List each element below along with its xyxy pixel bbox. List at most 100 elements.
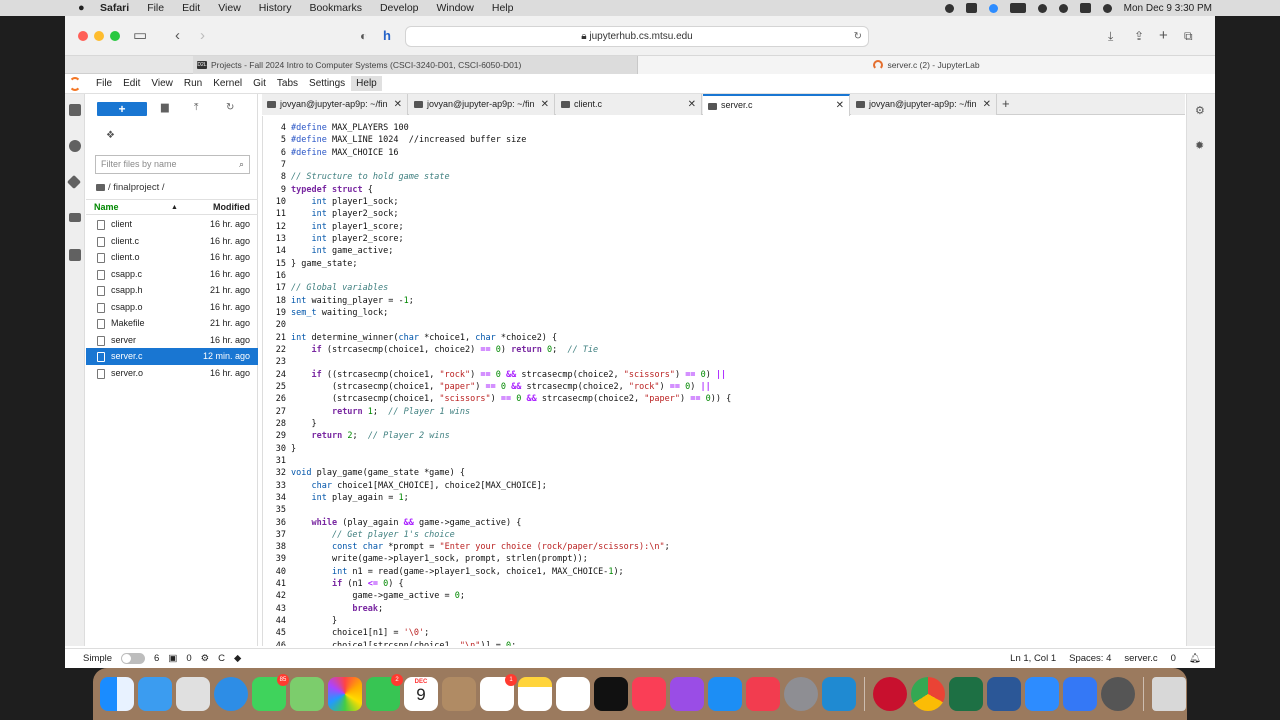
- code-line[interactable]: }: [291, 443, 1185, 455]
- code-line[interactable]: [291, 319, 1185, 331]
- notes-icon[interactable]: [518, 677, 552, 711]
- sidebar-toggle-icon[interactable]: ▭: [133, 27, 147, 45]
- code-line[interactable]: (strcasecmp(choice1, "scissors") == 0 &&…: [291, 393, 1185, 405]
- sort-ascending-icon[interactable]: ▲: [171, 200, 178, 215]
- code-line[interactable]: [291, 270, 1185, 282]
- tab-terminal-3[interactable]: jovyan@jupyter-ap9p: ~/fin ✕: [851, 94, 997, 115]
- breadcrumb[interactable]: / finalproject /: [96, 182, 165, 193]
- file-item-selected[interactable]: server.c 12 min. ago: [86, 348, 258, 365]
- photos-icon[interactable]: [328, 677, 362, 711]
- podcasts-icon[interactable]: [670, 677, 704, 711]
- add-tab-icon[interactable]: +: [1002, 94, 1010, 114]
- zoom-icon[interactable]: [988, 3, 998, 13]
- code-line[interactable]: choice1[strcspn(choice1, "\n")] = 0;: [291, 640, 1185, 646]
- menu-view[interactable]: View: [218, 2, 241, 14]
- file-item[interactable]: Makefile 21 hr. ago: [86, 315, 258, 332]
- app-store-icon[interactable]: [708, 677, 742, 711]
- code-line[interactable]: }: [291, 418, 1185, 430]
- code-line[interactable]: int player1_sock;: [291, 196, 1185, 208]
- cursor-position[interactable]: Ln 1, Col 1: [1010, 649, 1056, 668]
- code-line[interactable]: int play_again = 1;: [291, 492, 1185, 504]
- zoom-window-button[interactable]: [110, 31, 120, 41]
- notification-count[interactable]: 0: [1171, 649, 1176, 668]
- menu-file[interactable]: File: [147, 2, 164, 14]
- code-editor[interactable]: 4 5 6 7 8 9 10 11 12 13 14 15 16 17 18 19 20 21 22 23 24 25 26…: [262, 116, 1185, 646]
- shield-icon[interactable]: [1063, 677, 1097, 711]
- extension-manager-icon[interactable]: [69, 249, 81, 261]
- safari-tab-d2l[interactable]: D2L Projects - Fall 2024 Intro to Comput…: [193, 56, 638, 74]
- running-icon[interactable]: [69, 140, 81, 152]
- excel-icon[interactable]: [949, 677, 983, 711]
- code-line[interactable]: return 2; // Player 2 wins: [291, 430, 1185, 442]
- facetime-icon[interactable]: 2: [366, 674, 403, 711]
- download-icon[interactable]: ⤓: [1108, 27, 1113, 45]
- code-line[interactable]: int player2_sock;: [291, 208, 1185, 220]
- code-line[interactable]: choice1[n1] = '\0';: [291, 627, 1185, 639]
- contacts-icon[interactable]: [442, 677, 476, 711]
- mail-icon[interactable]: [138, 677, 172, 711]
- menu-history[interactable]: History: [259, 2, 292, 14]
- terminal-count[interactable]: 6: [154, 649, 159, 668]
- jmenu-kernel[interactable]: Kernel: [208, 76, 247, 91]
- code-line[interactable]: char choice1[MAX_CHOICE], choice2[MAX_CH…: [291, 480, 1185, 492]
- arc-icon[interactable]: [873, 677, 907, 711]
- new-tab-icon[interactable]: +: [1159, 27, 1168, 45]
- jmenu-view[interactable]: View: [146, 76, 178, 91]
- wifi-icon[interactable]: [1037, 3, 1047, 13]
- close-window-button[interactable]: [78, 31, 88, 41]
- code-line[interactable]: void play_game(game_state *game) {: [291, 467, 1185, 479]
- spotlight-icon[interactable]: [1058, 3, 1068, 13]
- kernel-count[interactable]: 0: [186, 649, 191, 668]
- music-icon[interactable]: [632, 677, 666, 711]
- privacy-shield-icon[interactable]: ◐: [360, 27, 367, 45]
- calendar-icon[interactable]: DEC 9: [404, 677, 438, 711]
- code-line[interactable]: (strcasecmp(choice1, "paper") == 0 && st…: [291, 381, 1185, 393]
- screen-icon[interactable]: [965, 3, 977, 13]
- jmenu-settings[interactable]: Settings: [304, 76, 350, 91]
- forward-icon[interactable]: ›: [200, 27, 205, 45]
- code-line[interactable]: const char *prompt = "Enter your choice …: [291, 541, 1185, 553]
- code-line[interactable]: [291, 455, 1185, 467]
- jmenu-run[interactable]: Run: [179, 76, 207, 91]
- file-item[interactable]: server.o 16 hr. ago: [86, 365, 258, 382]
- finder-icon[interactable]: [100, 677, 134, 711]
- code-line[interactable]: int waiting_player = -1;: [291, 295, 1185, 307]
- code-line[interactable]: #define MAX_PLAYERS 100: [291, 122, 1185, 134]
- tab-terminal-2[interactable]: jovyan@jupyter-ap9p: ~/fin ✕: [409, 94, 555, 115]
- safari-icon[interactable]: [214, 677, 248, 711]
- new-launcher-button[interactable]: +: [97, 102, 147, 116]
- record-icon[interactable]: [944, 3, 954, 13]
- language-indicator[interactable]: C: [218, 649, 225, 668]
- indent-setting[interactable]: Spaces: 4: [1069, 649, 1111, 668]
- column-name-header[interactable]: Name: [94, 200, 119, 215]
- property-inspector-icon[interactable]: ⚙: [1195, 104, 1205, 117]
- news-icon[interactable]: [746, 677, 780, 711]
- maps-icon[interactable]: [290, 677, 324, 711]
- quicktime-icon[interactable]: [1101, 677, 1135, 711]
- code-line[interactable]: if (n1 <= 0) {: [291, 578, 1185, 590]
- battery-icon[interactable]: [1009, 3, 1026, 13]
- jmenu-git[interactable]: Git: [248, 76, 271, 91]
- code-line[interactable]: if ((strcasecmp(choice1, "rock") == 0 &&…: [291, 369, 1185, 381]
- code-line[interactable]: break;: [291, 603, 1185, 615]
- menu-develop[interactable]: Develop: [380, 2, 419, 14]
- extension-icon[interactable]: h: [383, 27, 391, 45]
- launchpad-icon[interactable]: [176, 677, 210, 711]
- word-icon[interactable]: [987, 677, 1021, 711]
- control-center-icon[interactable]: [1079, 3, 1091, 13]
- code-line[interactable]: int n1 = read(game->player1_sock, choice…: [291, 566, 1185, 578]
- git-icon[interactable]: [66, 174, 82, 190]
- menu-help[interactable]: Help: [492, 2, 514, 14]
- file-item[interactable]: csapp.o 16 hr. ago: [86, 299, 258, 316]
- file-item[interactable]: csapp.h 21 hr. ago: [86, 282, 258, 299]
- minimize-window-button[interactable]: [94, 31, 104, 41]
- code-line[interactable]: #define MAX_LINE 1024 //increased buffer…: [291, 134, 1185, 146]
- code-line[interactable]: sem_t waiting_lock;: [291, 307, 1185, 319]
- messages-icon[interactable]: 85: [252, 674, 289, 711]
- code-line[interactable]: return 1; // Player 1 wins: [291, 406, 1185, 418]
- tab-terminal-1[interactable]: jovyan@jupyter-ap9p: ~/fin ✕: [262, 94, 408, 115]
- new-folder-icon[interactable]: ▆: [161, 102, 169, 113]
- trash-icon[interactable]: [1152, 677, 1186, 711]
- jmenu-file[interactable]: File: [91, 76, 117, 91]
- refresh-icon[interactable]: ↻: [226, 102, 234, 113]
